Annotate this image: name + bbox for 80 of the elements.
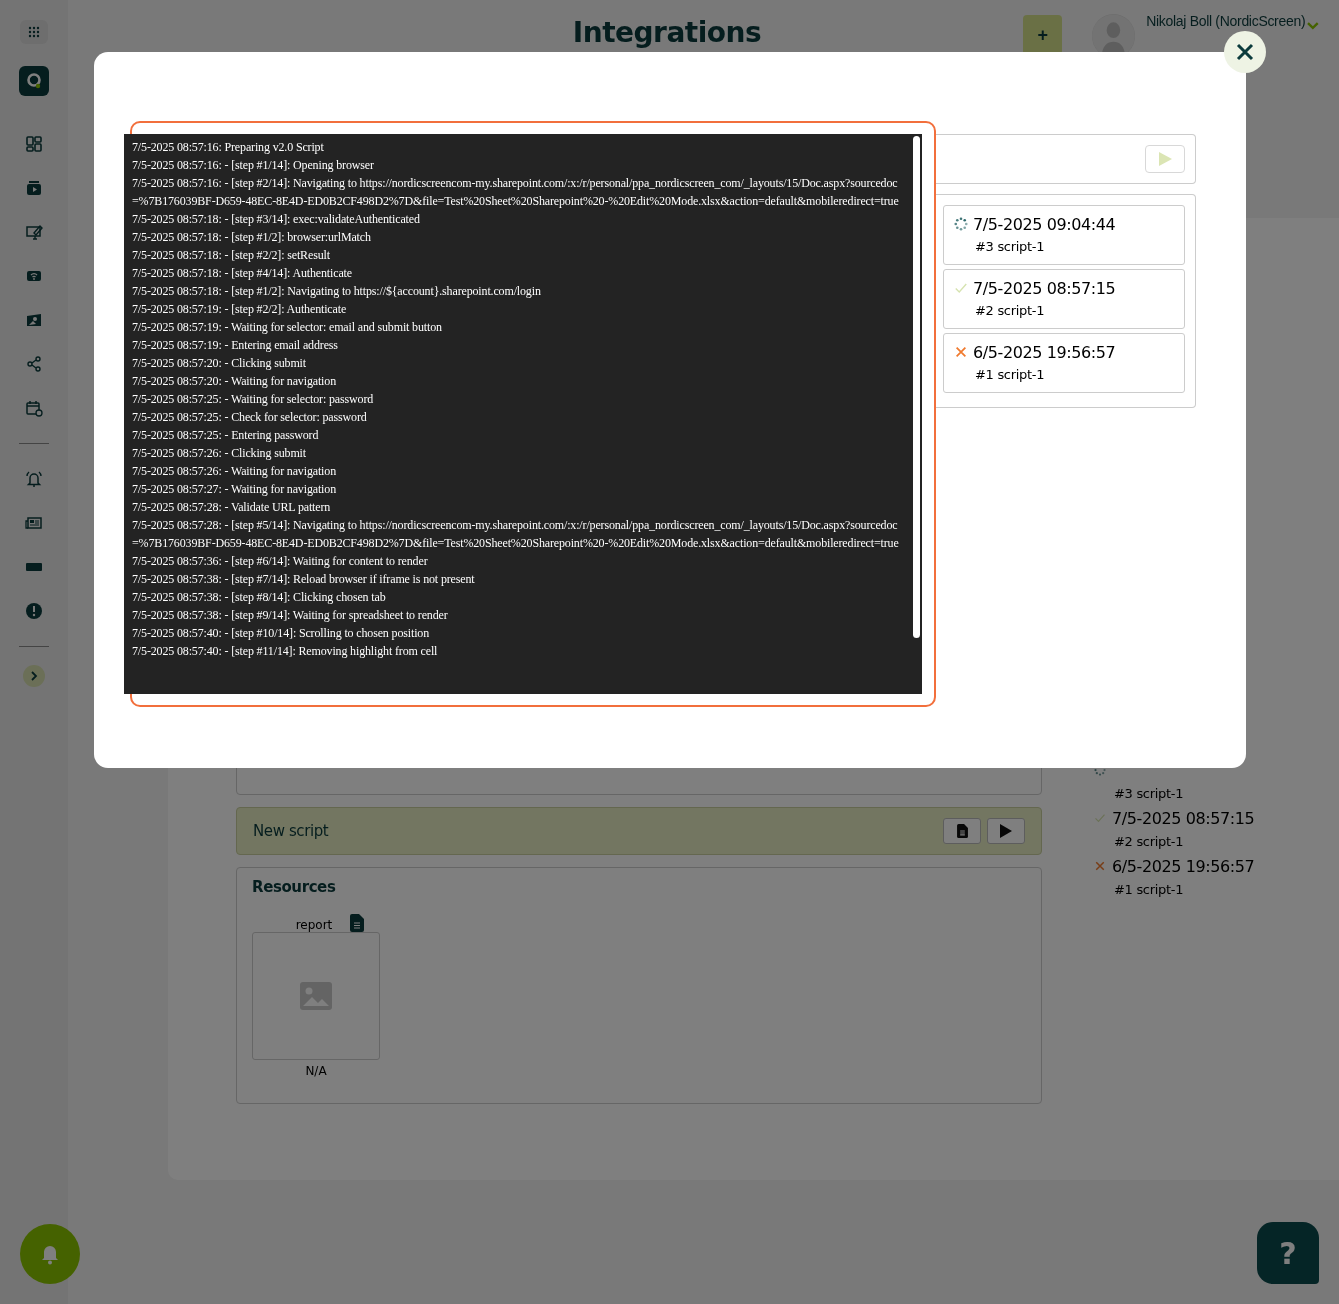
log-line: 7/5-2025 08:57:18: - [step #3/14]: exec:validateAuthenticated bbox=[132, 211, 421, 228]
script-title: New script bbox=[253, 822, 330, 840]
spinner-icon bbox=[954, 217, 968, 231]
log-line: 7/5-2025 08:57:26: - Waiting for navigation bbox=[132, 463, 337, 480]
run-time: 6/5-2025 19:56:57 bbox=[973, 342, 1116, 362]
scrollbar-thumb[interactable] bbox=[913, 136, 920, 638]
video-folder-icon[interactable] bbox=[25, 179, 43, 197]
section-title: Resources bbox=[252, 878, 337, 896]
apps-icon bbox=[28, 26, 40, 38]
check-icon bbox=[954, 281, 968, 295]
log-line: 7/5-2025 08:57:16: - [step #2/14]: Navigating to https://nordicscreencom-my.sharepoint.com/:x:/r/personal/ppa_nordicscreen_com/_layouts/15/Doc.aspx?sourcedoc=%7B176039BF-D659-48EC-8E4D-ED0B2CF498D2%7D&file=Test%20Sheet%20Sharepoint%20-%20Edit%20Mode.xlsx&action=default&mobileredirect=true bbox=[132, 175, 900, 210]
bell-icon bbox=[40, 1243, 60, 1265]
log-line: 7/5-2025 08:57:18: - [step #1/2]: browser:urlMatch bbox=[132, 229, 372, 246]
resource-name: report bbox=[295, 918, 333, 932]
page-title: Integrations bbox=[571, 16, 763, 49]
share-icon[interactable] bbox=[25, 355, 43, 373]
calendar-icon[interactable] bbox=[25, 399, 43, 417]
edit-monitor-icon[interactable] bbox=[25, 223, 43, 241]
log-line: 7/5-2025 08:57:25: - Check for selector: password bbox=[132, 409, 368, 426]
chevron-right-icon bbox=[30, 671, 38, 681]
run-name: #3 script-1 bbox=[1114, 785, 1185, 803]
run-card[interactable]: 7/5-2025 09:04:44 #3 script-1 bbox=[943, 205, 1185, 265]
log-line: 7/5-2025 08:57:18: - [step #4/14]: Authenticate bbox=[132, 265, 353, 282]
run-name: #1 script-1 bbox=[975, 367, 1046, 382]
expand-button[interactable] bbox=[23, 665, 45, 687]
close-icon bbox=[1094, 860, 1106, 872]
log-line: 7/5-2025 08:57:28: - [step #5/14]: Navigating to https://nordicscreencom-my.sharepoint.com/:x:/r/personal/ppa_nordicscreen_com/_layouts/15/Doc.aspx?sourcedoc=%7B176039BF-D659-48EC-8E4D-ED0B2CF498D2%7D&file=Test%20Sheet%20Sharepoint%20-%20Edit%20Mode.xlsx&action=default&mobileredirect=true bbox=[132, 517, 900, 552]
log-line: 7/5-2025 08:57:18: - [step #1/2]: Navigating to https://${account}.sharepoint.com/login bbox=[132, 283, 542, 300]
run-card[interactable]: 6/5-2025 19:56:57 #1 script-1 bbox=[943, 333, 1185, 393]
run-time: 7/5-2025 09:04:44 bbox=[973, 214, 1116, 234]
run-button[interactable] bbox=[987, 818, 1025, 844]
run-name: #1 script-1 bbox=[1114, 881, 1185, 899]
log-line: 7/5-2025 08:57:26: - Clicking submit bbox=[132, 445, 307, 462]
log-line: 7/5-2025 08:57:19: - Entering email address bbox=[132, 337, 339, 354]
document-icon[interactable] bbox=[350, 914, 365, 932]
run-time: 6/5-2025 19:56:57 bbox=[1112, 856, 1255, 876]
dashboard-icon[interactable] bbox=[25, 135, 43, 153]
log-line: 7/5-2025 08:57:19: - Waiting for selector: email and submit button bbox=[132, 319, 443, 336]
document-icon bbox=[956, 824, 968, 838]
log-line: 7/5-2025 08:57:36: - [step #6/14]: Waiting for content to render bbox=[132, 553, 429, 570]
run-time: 7/5-2025 08:57:15 bbox=[973, 278, 1116, 298]
log-line: 7/5-2025 08:57:20: - Waiting for navigation bbox=[132, 373, 337, 390]
log-line: 7/5-2025 08:57:40: - [step #10/14]: Scrolling to chosen position bbox=[132, 625, 431, 642]
play-icon bbox=[1000, 824, 1012, 838]
apps-button[interactable] bbox=[20, 20, 48, 44]
image-icon bbox=[300, 982, 332, 1010]
run-name: #2 script-1 bbox=[1114, 833, 1185, 851]
run-card[interactable]: 7/5-2025 08:57:15 #2 script-1 bbox=[943, 269, 1185, 329]
photo-icon[interactable] bbox=[25, 311, 43, 329]
app-logo[interactable] bbox=[19, 66, 49, 96]
close-icon bbox=[1236, 43, 1254, 61]
close-icon bbox=[954, 345, 968, 359]
log-line: 7/5-2025 08:57:16: - [step #1/14]: Opening browser bbox=[132, 157, 375, 174]
run-time: 7/5-2025 08:57:15 bbox=[1112, 808, 1255, 828]
check-icon bbox=[1094, 812, 1106, 824]
log-line: 7/5-2025 08:57:38: - [step #8/14]: Clicking chosen tab bbox=[132, 589, 387, 606]
document-button[interactable] bbox=[943, 818, 981, 844]
log-line: 7/5-2025 08:57:38: - [step #9/14]: Waiting for spreadsheet to render bbox=[132, 607, 449, 624]
close-button[interactable] bbox=[1224, 31, 1266, 73]
bell-icon[interactable] bbox=[25, 470, 43, 488]
user-name[interactable]: Nikolaj Boll (NordicScreen) bbox=[1146, 13, 1306, 29]
log-line: 7/5-2025 08:57:19: - [step #2/2]: Authenticate bbox=[132, 301, 348, 318]
log-line: 7/5-2025 08:57:40: - [step #11/14]: Removing highlight from cell bbox=[132, 643, 439, 660]
log-line: 7/5-2025 08:57:27: - Waiting for navigation bbox=[132, 481, 337, 498]
resource-thumbnail[interactable] bbox=[252, 932, 380, 1060]
help-button[interactable]: ? bbox=[1257, 1222, 1319, 1284]
newspaper-icon[interactable] bbox=[25, 514, 43, 532]
log-line: 7/5-2025 08:57:20: - Clicking submit bbox=[132, 355, 307, 372]
log-line: 7/5-2025 08:57:25: - Entering password bbox=[132, 427, 320, 444]
log-line: 7/5-2025 08:57:18: - [step #2/2]: setResult bbox=[132, 247, 331, 264]
alert-icon[interactable] bbox=[25, 602, 43, 620]
run-name: #3 script-1 bbox=[975, 239, 1046, 254]
run-name: #2 script-1 bbox=[975, 303, 1046, 318]
play-icon bbox=[1158, 152, 1172, 166]
log-line: 7/5-2025 08:57:25: - Waiting for selector: password bbox=[132, 391, 375, 408]
resource-caption: N/A bbox=[305, 1064, 327, 1078]
log-line: 7/5-2025 08:57:38: - [step #7/14]: Reload browser if iframe is not present bbox=[132, 571, 476, 588]
logo-icon bbox=[25, 72, 43, 90]
log-line: 7/5-2025 08:57:16: Preparing v2.0 Script bbox=[132, 139, 325, 156]
log-line: 7/5-2025 08:57:28: - Validate URL pattern bbox=[132, 499, 332, 516]
